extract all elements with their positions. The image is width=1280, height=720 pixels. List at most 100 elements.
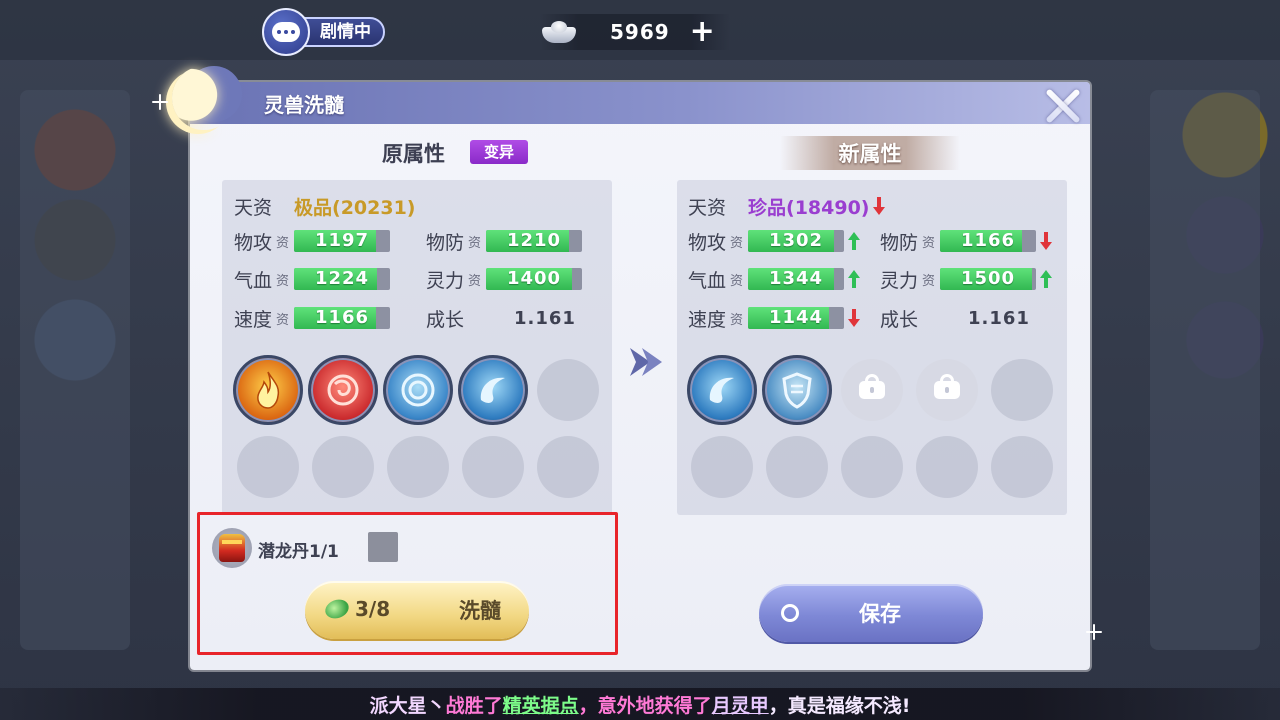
- new-hp-row: 气血资 1344: [688, 266, 861, 292]
- new-speed-value: 1144: [768, 307, 824, 328]
- empty-skill-slot: [462, 436, 524, 498]
- new-speed-row: 速度资 1144: [688, 305, 861, 331]
- message-player-name: 派大星丶: [369, 694, 446, 717]
- silver-currency: 5969 +: [540, 14, 730, 50]
- original-attack-row: 物攻资 1197: [234, 228, 391, 254]
- green-gem-icon: [322, 596, 352, 622]
- empty-skill-slot: [387, 436, 449, 498]
- crescent-moon-icon: [172, 66, 236, 130]
- lock-icon: [859, 374, 885, 399]
- empty-skill-slot: [991, 436, 1053, 498]
- water-wave-skill-icon[interactable]: [687, 355, 757, 425]
- dragon-pill-item-icon[interactable]: [212, 528, 252, 568]
- chat-bubble-icon: [262, 8, 310, 56]
- aptitude-mark: 资: [730, 312, 744, 328]
- empty-skill-slot: [841, 436, 903, 498]
- empty-skill-slot: [537, 359, 599, 421]
- growth-label: 成长: [426, 308, 465, 331]
- empty-skill-slot: [537, 436, 599, 498]
- new-talent-value: 珍品(18490): [748, 196, 870, 219]
- new-growth-value: 1.161: [968, 307, 1030, 329]
- decrease-arrow-icon: [1039, 232, 1053, 250]
- silver-amount: 5969: [610, 20, 670, 44]
- original-growth-row: 成长 1.161: [426, 305, 576, 331]
- sparkle-icon: [1086, 624, 1102, 640]
- aptitude-mark: 资: [922, 273, 936, 289]
- fire-skill-icon[interactable]: [233, 355, 303, 425]
- save-label: 保存: [859, 602, 901, 626]
- shield-skill-icon[interactable]: [762, 355, 832, 425]
- growth-label: 成长: [880, 308, 919, 331]
- defense-label: 物防: [426, 231, 465, 254]
- save-button[interactable]: 保存: [759, 584, 983, 642]
- mutant-badge: 变异: [470, 140, 528, 164]
- spirit-label: 灵力: [880, 269, 919, 292]
- empty-skill-slot: [312, 436, 374, 498]
- sparkle-icon: [152, 94, 168, 110]
- increase-arrow-icon: [847, 232, 861, 250]
- transform-arrow-icon: [630, 348, 662, 376]
- original-talent-row: 天资 极品(20231): [234, 193, 415, 219]
- close-button[interactable]: [1037, 80, 1089, 132]
- panel-title: 灵兽洗髓: [264, 93, 344, 117]
- left-sidebar-background: [20, 90, 130, 650]
- refine-label: 洗髓: [459, 599, 501, 623]
- new-talent-row: 天资 珍品(18490): [688, 193, 886, 219]
- pill-box-icon: [219, 534, 245, 562]
- new-speed-bar: 1144: [748, 307, 845, 329]
- defense-label: 物防: [880, 231, 919, 254]
- new-attack-row: 物攻资 1302: [688, 228, 861, 254]
- attack-label: 物攻: [234, 231, 273, 254]
- new-spirit-row: 灵力资 1500: [880, 266, 1053, 292]
- speed-label: 速度: [688, 308, 727, 331]
- increase-arrow-icon: [847, 270, 861, 288]
- refine-button[interactable]: 3/8 洗髓: [305, 581, 529, 639]
- original-defense-bar: 1210: [486, 230, 583, 252]
- increase-arrow-icon: [1039, 270, 1053, 288]
- original-attributes-header: 原属性: [382, 142, 445, 166]
- talent-label: 天资: [688, 196, 727, 219]
- message-text-1: 战胜了: [445, 694, 503, 717]
- story-status-label: 剧情中: [298, 17, 385, 47]
- new-hp-bar: 1344: [748, 268, 845, 290]
- original-spirit-value: 1400: [506, 268, 562, 289]
- new-attack-bar: 1302: [748, 230, 845, 252]
- use-item-checkbox[interactable]: [368, 532, 398, 562]
- original-defense-value: 1210: [506, 230, 562, 251]
- original-spirit-bar: 1400: [486, 268, 583, 290]
- lock-icon: [934, 374, 960, 399]
- empty-skill-slot: [766, 436, 828, 498]
- new-spirit-bar: 1500: [940, 268, 1037, 290]
- aptitude-mark: 资: [276, 273, 290, 289]
- aptitude-mark: 资: [468, 273, 482, 289]
- story-status-button[interactable]: 剧情中: [262, 8, 396, 56]
- water-wave-skill-icon[interactable]: [458, 355, 528, 425]
- original-hp-value: 1224: [314, 268, 370, 289]
- new-defense-value: 1166: [960, 230, 1016, 251]
- aptitude-mark: 资: [276, 312, 290, 328]
- original-attack-value: 1197: [314, 230, 370, 251]
- message-item-link[interactable]: 月灵甲: [712, 691, 769, 718]
- original-hp-bar: 1224: [294, 268, 391, 290]
- red-spirit-skill-icon[interactable]: [308, 355, 378, 425]
- hp-label: 气血: [234, 269, 273, 292]
- decrease-arrow-icon: [847, 309, 861, 327]
- speed-label: 速度: [234, 308, 273, 331]
- message-text-3: ，真是福缘不浅!: [768, 694, 911, 717]
- original-hp-row: 气血资 1224: [234, 266, 391, 292]
- original-defense-row: 物防资 1210: [426, 228, 583, 254]
- aptitude-mark: 资: [730, 273, 744, 289]
- empty-skill-slot: [237, 436, 299, 498]
- close-icon: [1045, 88, 1081, 124]
- new-defense-bar: 1166: [940, 230, 1037, 252]
- message-place-link[interactable]: 精英据点: [503, 691, 579, 718]
- refine-cost: 3/8: [355, 597, 391, 621]
- locked-skill-slot: [841, 359, 903, 421]
- blue-ring-skill-icon[interactable]: [383, 355, 453, 425]
- silver-ingot-icon: [540, 19, 578, 45]
- original-speed-row: 速度资 1166: [234, 305, 391, 331]
- hp-label: 气血: [688, 269, 727, 292]
- add-currency-button[interactable]: +: [690, 17, 715, 47]
- original-speed-value: 1166: [314, 307, 370, 328]
- original-speed-bar: 1166: [294, 307, 391, 329]
